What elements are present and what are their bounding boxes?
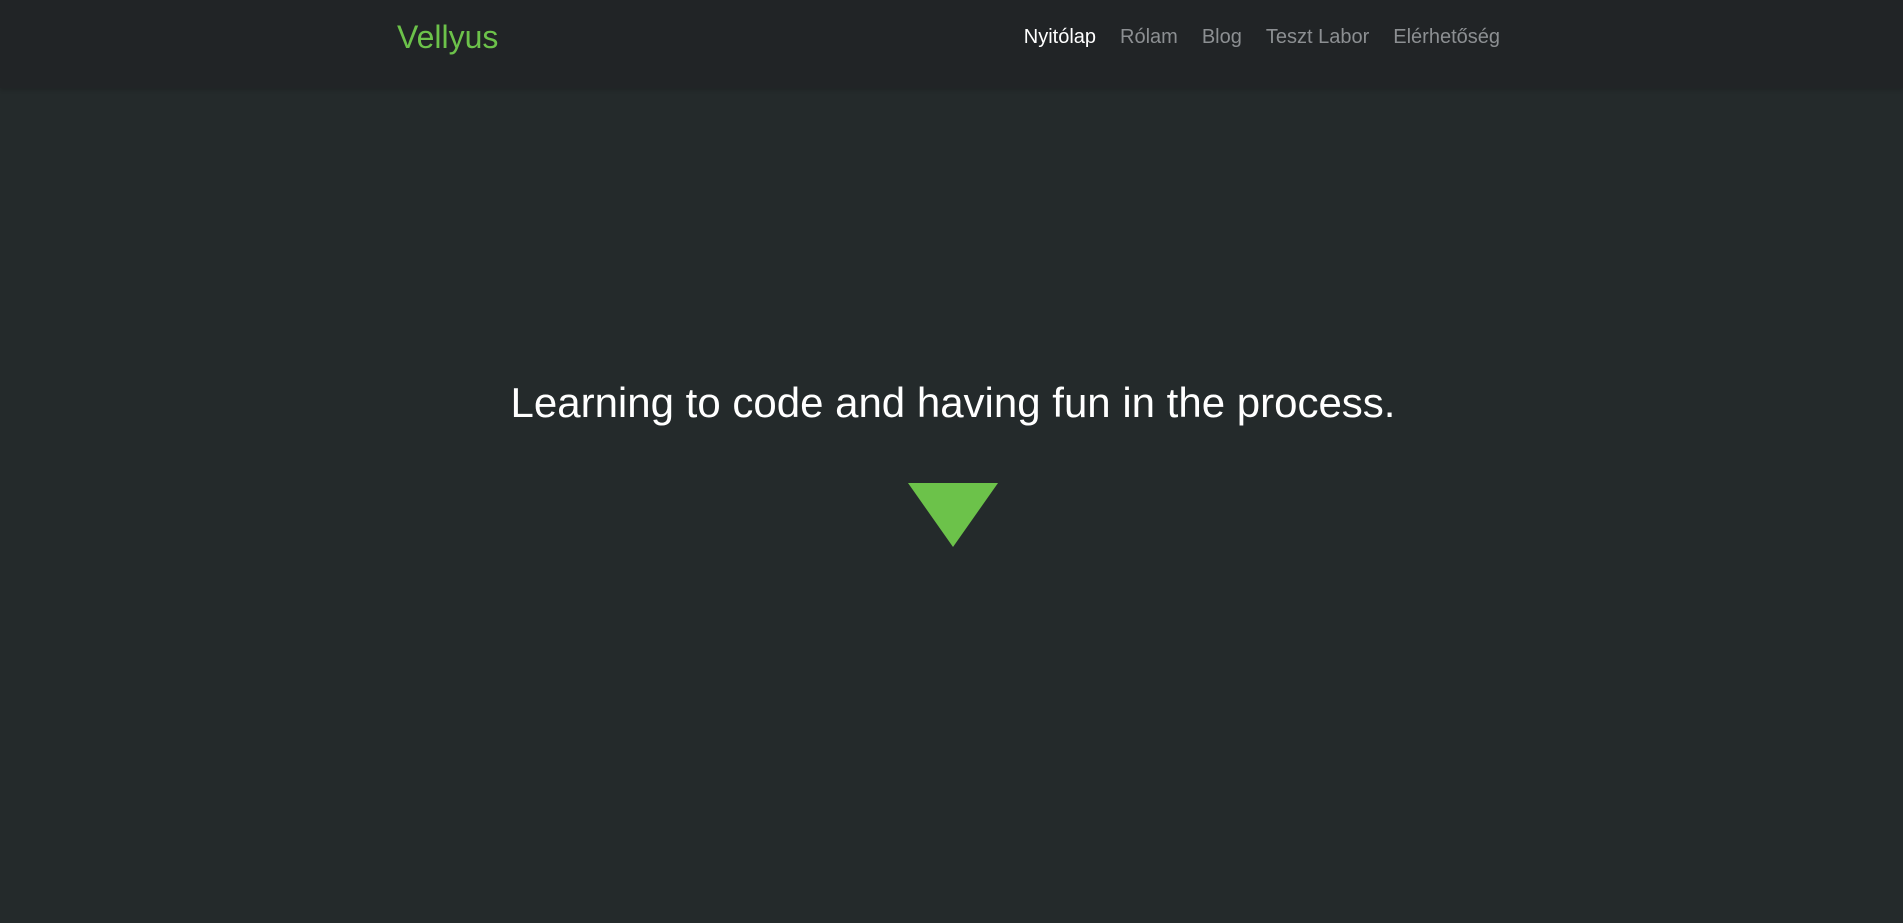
nav-item-nyitolap: Nyitólap [1012,24,1108,50]
nav-item-rolam: Rólam [1108,24,1190,50]
hero-tagline: Learning to code and having fun in the p… [510,379,1396,426]
hero-section: Learning to code and having fun in the p… [0,88,1903,923]
nav-link-blog[interactable]: Blog [1190,24,1254,50]
brand-logo[interactable]: Vellyus [397,17,498,57]
nav-item-teszt-labor: Teszt Labor [1254,24,1381,50]
navbar: Vellyus Nyitólap Rólam Blog Teszt Labor … [0,0,1903,88]
triangle-down-shape [908,483,998,547]
nav-item-elerhetoseg: Elérhetőség [1381,24,1500,50]
nav-link-rolam[interactable]: Rólam [1108,24,1190,50]
nav-link-teszt-labor[interactable]: Teszt Labor [1254,24,1381,50]
nav-item-blog: Blog [1190,24,1254,50]
nav-link-nyitolap[interactable]: Nyitólap [1012,24,1108,50]
nav-link-elerhetoseg[interactable]: Elérhetőség [1381,24,1500,50]
triangle-down-icon[interactable] [908,483,998,547]
nav-menu: Nyitólap Rólam Blog Teszt Labor Elérhető… [1012,24,1500,50]
